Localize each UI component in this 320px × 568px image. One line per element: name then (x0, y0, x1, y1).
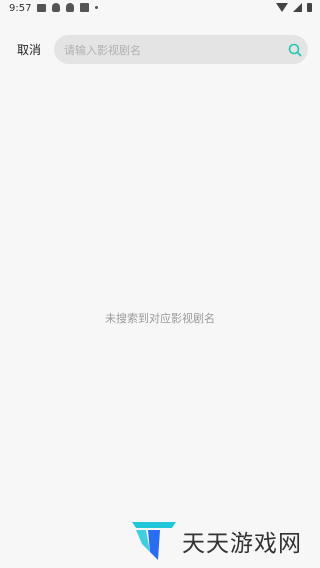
ghost-icon (52, 3, 60, 12)
battery-icon (307, 3, 312, 12)
search-input[interactable] (62, 40, 276, 61)
status-notification-icons (37, 3, 98, 12)
a-icon (80, 3, 89, 12)
dot-icon (95, 6, 98, 9)
status-time: 9:57 (9, 3, 32, 14)
wifi-icon (276, 3, 288, 12)
image-icon (37, 3, 46, 12)
status-system-icons (276, 3, 312, 12)
signal-icon (293, 3, 302, 12)
ghost-icon (66, 3, 74, 12)
empty-state-message: 未搜索到对应影视剧名 (105, 312, 215, 325)
search-icon[interactable] (288, 43, 302, 57)
search-box[interactable] (54, 35, 308, 64)
watermark-text: 天天游戏网 (182, 531, 302, 557)
cancel-button[interactable]: 取消 (17, 41, 41, 58)
status-bar: 9:57 (0, 0, 320, 18)
watermark-logo-icon (132, 522, 176, 560)
watermark: 天天游戏网 (132, 522, 302, 560)
